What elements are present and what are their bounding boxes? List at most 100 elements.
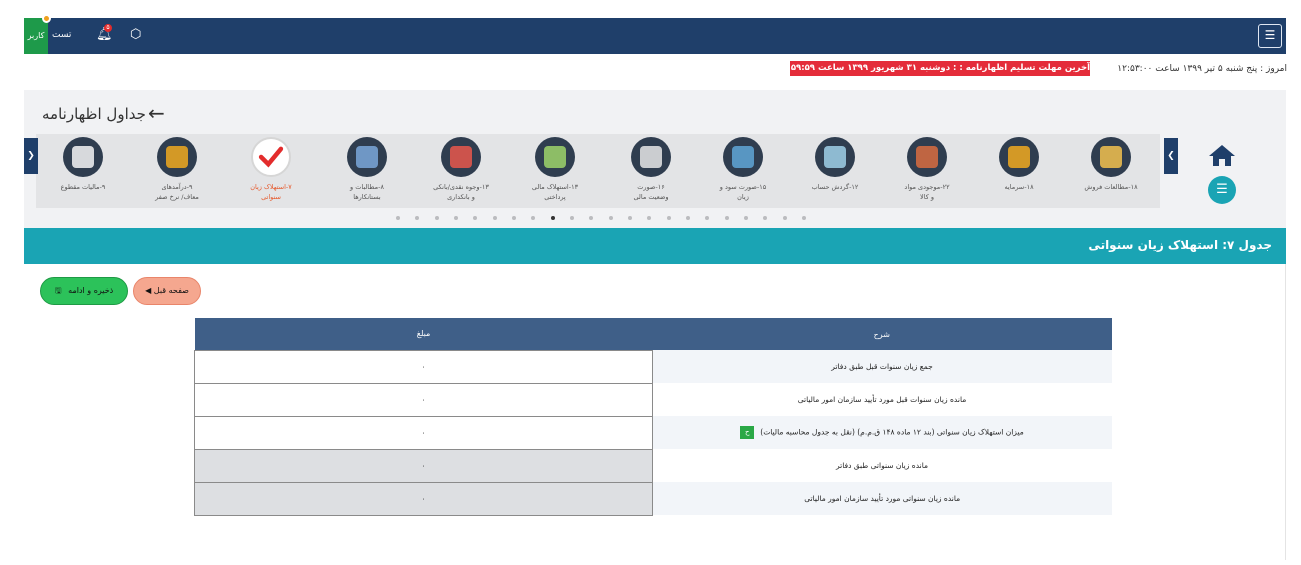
amount-input[interactable]: ۰ <box>194 349 653 384</box>
carousel-item-label: ۱۸-مطالعات فروش <box>1084 183 1138 191</box>
carousel-dot[interactable] <box>685 216 690 220</box>
carousel-dot[interactable] <box>666 216 671 220</box>
carousel-item-label-2: معاف/ نرخ صفر <box>155 193 199 201</box>
amount-input: ۰ <box>194 448 653 483</box>
carousel-item[interactable]: ۱۳-وجوه نقدی/بانکی و بانکداری <box>414 137 508 202</box>
carousel-item-label-2: وضعیت مالی <box>633 193 669 201</box>
divider <box>1285 264 1286 560</box>
top-navbar: کاربر تست 🔔︎ ۵ ⬡ ☰ <box>24 14 1286 54</box>
carousel-dot[interactable] <box>473 216 478 220</box>
carousel-item[interactable]: ۸-مطالبات و بستانکارها <box>320 137 414 202</box>
cube-icon[interactable]: ⬡ <box>130 27 141 42</box>
carousel-dot[interactable] <box>396 216 400 220</box>
carousel-dot[interactable] <box>415 216 420 220</box>
carousel-item-label-2: زیان <box>737 193 749 201</box>
user-name[interactable]: تست <box>52 30 71 40</box>
row-description-text: میزان استهلاک زیان سنواتی (بند ۱۲ ماده ۱… <box>760 427 1024 437</box>
carousel-item-label: ۹-مالیات مقطوع <box>60 183 106 191</box>
carousel-item-label-2: بستانکارها <box>353 193 381 201</box>
home-icon[interactable] <box>1207 143 1237 167</box>
floppy-disk-icon: 🖫 <box>54 286 62 295</box>
back-arrow-icon[interactable]: ← <box>148 101 165 125</box>
calculate-button[interactable]: ح <box>740 426 755 439</box>
carousel-dot[interactable] <box>550 216 555 220</box>
table-row: ۰ میزان استهلاک زیان سنواتی (بند ۱۲ ماده … <box>194 415 1112 450</box>
carousel-item-label: ۲۲-موجودی مواد <box>904 183 950 191</box>
carousel-dot[interactable] <box>453 216 458 220</box>
save-button-label: ذخیره و ادامه <box>68 286 114 295</box>
carousel-item-label-2: سنواتی <box>261 193 281 201</box>
current-date-text: امروز : پنج شنبه ۵ تیر ۱۳۹۹ ساعت ۱۲:۵۳:۰… <box>1117 64 1287 74</box>
money-icon <box>535 137 575 177</box>
carousel-item[interactable]: ۱۸-سرمایه <box>972 137 1066 192</box>
row-description: میزان استهلاک زیان سنواتی (بند ۱۲ ماده ۱… <box>652 416 1112 449</box>
carousel-item[interactable]: ۷-استهلاک زیان سنواتی <box>224 137 318 202</box>
carousel-next-button[interactable]: ❮ <box>1164 138 1178 174</box>
carousel-dot[interactable] <box>608 216 613 220</box>
inventory-icon <box>907 137 947 177</box>
section-header: جدول ۷: استهلاک زیان سنواتی <box>24 228 1286 264</box>
carousel-item-label: ۱۲-گردش حساب <box>811 183 859 191</box>
loss-amortization-table: مبلغ شرح ۰ جمع زیان سنوات قبل طبق دفاتر ۰ م… <box>194 318 1112 516</box>
carousel-dot[interactable] <box>434 216 439 220</box>
row-description: مانده زیان سنواتی مورد تأیید سازمان امور… <box>652 482 1112 515</box>
user-badge[interactable]: کاربر <box>24 18 48 54</box>
checkmark-icon <box>251 137 291 177</box>
save-and-continue-button[interactable]: ذخیره و ادامه 🖫 <box>40 277 128 305</box>
carousel-item-label: ۱۸-سرمایه <box>1004 183 1034 191</box>
carousel-dot[interactable] <box>782 216 787 220</box>
carousel-dot[interactable] <box>511 216 516 220</box>
user-status-dot <box>42 14 51 23</box>
table-row: ۰ مانده زیان سنوات قبل مورد تأیید سازمان … <box>194 382 1112 417</box>
chart-coins-icon <box>157 137 197 177</box>
row-description: جمع زیان سنوات قبل طبق دفاتر <box>652 350 1112 383</box>
carousel-dot[interactable] <box>627 216 632 220</box>
row-description: مانده زیان سنواتی طبق دفاتر <box>652 449 1112 482</box>
calculator-icon <box>631 137 671 177</box>
carousel-item[interactable]: ۱۵-صورت سود و زیان <box>696 137 790 202</box>
amount-input[interactable]: ۰ <box>194 382 653 417</box>
carousel-item[interactable]: ۱۳-استهلاک مالی پرداختی <box>508 137 602 202</box>
notification-count: ۵ <box>104 24 112 32</box>
carousel-dot[interactable] <box>763 216 768 220</box>
carousel-dot[interactable] <box>589 216 594 220</box>
carousel-dot[interactable] <box>743 216 748 220</box>
carousel-item[interactable]: ۱۸-مطالعات فروش <box>1064 137 1158 192</box>
carousel-item-label: ۱۶-صورت <box>637 183 665 191</box>
carousel-item[interactable]: ۹-مالیات مقطوع <box>36 137 130 192</box>
carousel-dot[interactable] <box>801 216 806 220</box>
money-bag-icon <box>999 137 1039 177</box>
carousel-item-label: ۸-مطالبات و <box>350 183 384 191</box>
table-row: ۰ مانده زیان سنواتی مورد تأیید سازمان امو… <box>194 481 1112 516</box>
section-title: جدول ۷: استهلاک زیان سنواتی <box>1088 238 1272 252</box>
carousel-item[interactable]: ۱۲-گردش حساب <box>788 137 882 192</box>
row-description-text: مانده زیان سنواتی طبق دفاتر <box>835 461 929 470</box>
list-menu-icon[interactable]: ☰ <box>1208 176 1236 204</box>
menu-icon[interactable]: ☰ <box>1258 24 1282 48</box>
carousel-item-label-2: و کالا <box>920 193 934 201</box>
carousel-item[interactable]: ۲۲-موجودی مواد و کالا <box>880 137 974 202</box>
description-column-header: شرح <box>652 318 1112 350</box>
row-description-text: جمع زیان سنوات قبل طبق دفاتر <box>831 362 933 371</box>
row-description: مانده زیان سنوات قبل مورد تأیید سازمان ا… <box>652 383 1112 416</box>
carousel-dot[interactable] <box>724 216 729 220</box>
carousel-dot[interactable] <box>492 216 497 220</box>
carousel-item[interactable]: ۹-درآمدهای معاف/ نرخ صفر <box>130 137 224 202</box>
previous-page-button[interactable]: صفحه قبل ◀ <box>133 277 201 305</box>
arrow-circle-left-icon: ◀ <box>145 286 152 295</box>
deadline-banner: آخرین مهلت تسلیم اظهارنامه : : دوشنبه ۳۱… <box>790 61 1090 76</box>
carousel-dot[interactable] <box>569 216 574 220</box>
carousel-dot[interactable] <box>705 216 710 220</box>
carousel-dot[interactable] <box>531 216 536 220</box>
scale-icon <box>723 137 763 177</box>
amount-input[interactable]: ۰ <box>194 415 653 450</box>
prev-button-label: صفحه قبل <box>153 286 189 295</box>
id-card-icon <box>347 137 387 177</box>
carousel-dot[interactable] <box>647 216 652 220</box>
table-row: ۰ مانده زیان سنواتی طبق دفاتر <box>194 448 1112 483</box>
carousel-item-label: ۱۳-استهلاک مالی <box>531 183 579 191</box>
amount-input: ۰ <box>194 481 653 516</box>
document-list-icon <box>63 137 103 177</box>
carousel-item-label: ۱۵-صورت سود و <box>719 183 767 191</box>
carousel-item[interactable]: ۱۶-صورت وضعیت مالی <box>604 137 698 202</box>
